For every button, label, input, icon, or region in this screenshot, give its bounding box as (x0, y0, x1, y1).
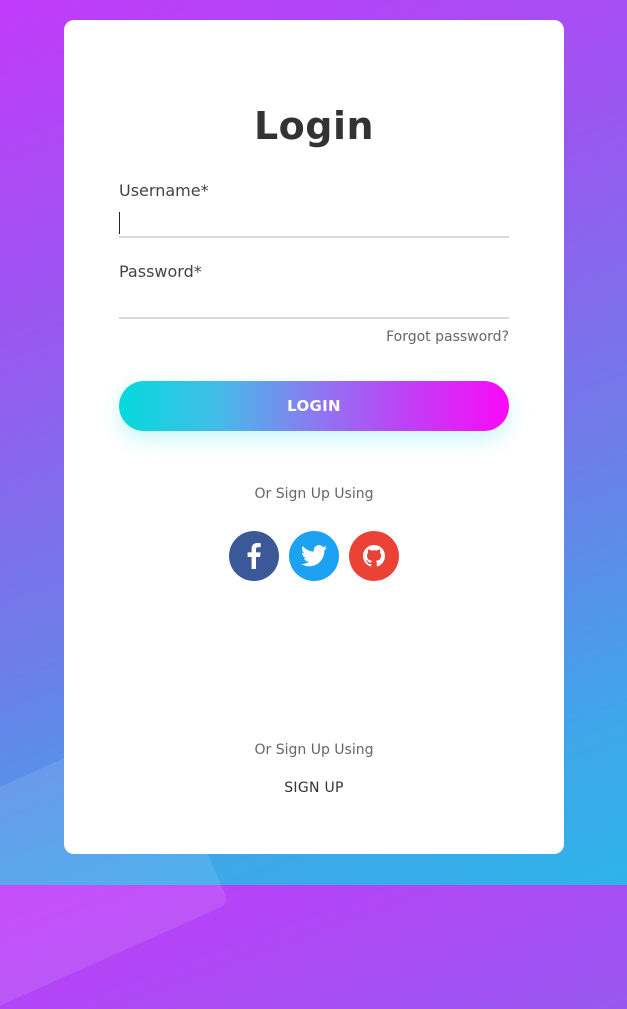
signup-link[interactable]: SIGN UP (64, 780, 564, 796)
text-cursor (119, 212, 120, 234)
login-button[interactable]: LOGIN (119, 381, 509, 431)
password-input[interactable] (119, 287, 509, 319)
github-icon (363, 545, 385, 567)
alt-signup-text-bottom: Or Sign Up Using (254, 742, 374, 758)
password-label: Password* (119, 262, 202, 281)
twitter-button[interactable] (289, 531, 339, 581)
page-title: Login (253, 104, 375, 148)
twitter-icon (301, 545, 327, 567)
facebook-icon (247, 543, 261, 569)
login-card: Login Username* Password* Forgot passwor… (64, 20, 564, 854)
forgot-password-link[interactable]: Forgot password? (386, 329, 509, 345)
username-label: Username* (119, 181, 209, 200)
github-button[interactable] (349, 531, 399, 581)
alt-signup-text: Or Sign Up Using (254, 486, 374, 502)
social-buttons (229, 531, 399, 581)
facebook-button[interactable] (229, 531, 279, 581)
username-input[interactable] (119, 206, 509, 238)
